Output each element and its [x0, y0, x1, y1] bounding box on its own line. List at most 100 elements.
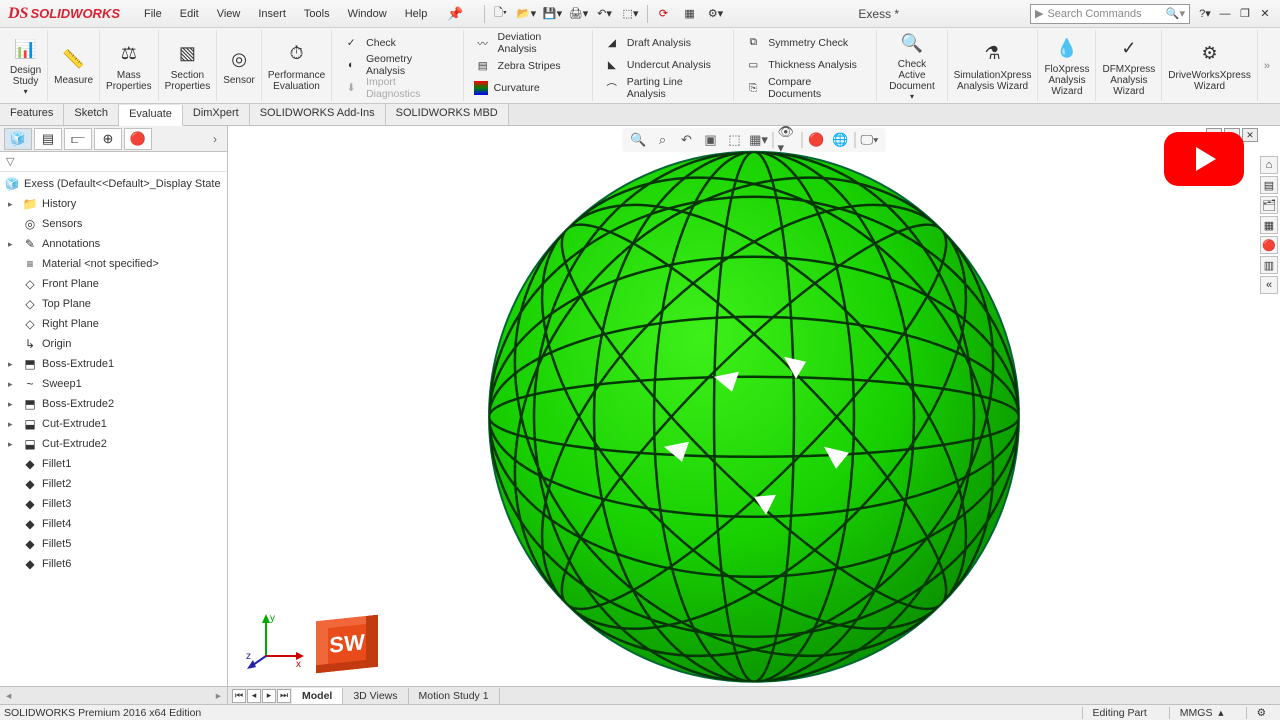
tree-filter[interactable]: ▽: [0, 152, 227, 172]
view-tab-motionstudy[interactable]: Motion Study 1: [409, 688, 500, 704]
pin-menu-icon[interactable]: 📌: [441, 6, 469, 22]
tree-item[interactable]: ◇Top Plane: [0, 294, 227, 314]
tab-addins[interactable]: SOLIDWORKS Add-Ins: [250, 104, 386, 125]
mass-properties-button[interactable]: ⚖Mass Properties: [100, 30, 159, 101]
tree-item[interactable]: ◎Sensors: [0, 214, 227, 234]
expand-icon[interactable]: ▸: [8, 439, 18, 450]
check-button[interactable]: ✓Check: [338, 32, 457, 53]
expand-icon[interactable]: ▸: [8, 399, 18, 410]
tab-nav-prev-icon[interactable]: ◂: [247, 689, 261, 703]
deviation-analysis-button[interactable]: 〰Deviation Analysis: [470, 32, 586, 54]
status-units[interactable]: MMGS ▴: [1169, 707, 1234, 719]
side-scroll-left-icon[interactable]: ◂: [6, 690, 11, 702]
youtube-overlay-icon[interactable]: [1164, 132, 1244, 186]
thickness-analysis-button[interactable]: ▭Thickness Analysis: [740, 55, 870, 77]
taskpane-custom-icon[interactable]: ▥: [1260, 256, 1278, 274]
tab-features[interactable]: Features: [0, 104, 64, 125]
configuration-manager-tab[interactable]: ⫍: [64, 128, 92, 150]
tree-item[interactable]: ◆Fillet5: [0, 534, 227, 554]
close-button[interactable]: ✕: [1256, 5, 1274, 23]
taskpane-library-icon[interactable]: ▤: [1260, 176, 1278, 194]
expand-icon[interactable]: ▸: [8, 379, 18, 390]
file-properties-button[interactable]: ▦: [678, 3, 702, 25]
restore-button[interactable]: ❐: [1236, 5, 1254, 23]
sensor-button[interactable]: ◎Sensor: [217, 30, 262, 101]
tree-item[interactable]: ≡Material <not specified>: [0, 254, 227, 274]
tab-sketch[interactable]: Sketch: [64, 104, 119, 125]
expand-icon[interactable]: ▸: [8, 199, 18, 210]
menu-tools[interactable]: Tools: [296, 4, 338, 24]
view-tab-model[interactable]: Model: [292, 688, 343, 704]
geometry-analysis-button[interactable]: ◐Geometry Analysis: [338, 54, 457, 76]
tree-item[interactable]: ▸⬓Cut-Extrude1: [0, 414, 227, 434]
taskpane-view-icon[interactable]: ▦: [1260, 216, 1278, 234]
minimize-button[interactable]: —: [1216, 5, 1234, 23]
tree-item[interactable]: ▸⬓Cut-Extrude2: [0, 434, 227, 454]
tree-root[interactable]: 🧊Exess (Default<<Default>_Display State: [0, 174, 227, 194]
tree-item[interactable]: ◆Fillet4: [0, 514, 227, 534]
select-button[interactable]: ⬚▾: [619, 3, 643, 25]
floxpress-button[interactable]: 💧FloXpress Analysis Wizard: [1038, 30, 1096, 101]
undo-button[interactable]: ↶▾: [593, 3, 617, 25]
side-scroll-right-icon[interactable]: ▸: [216, 690, 221, 702]
menu-file[interactable]: File: [136, 4, 170, 24]
dfmxpress-button[interactable]: ✓DFMXpress Analysis Wizard: [1096, 30, 1162, 101]
tree-item[interactable]: ▸⬒Boss-Extrude2: [0, 394, 227, 414]
new-button[interactable]: 🗋▾: [489, 3, 513, 25]
parting-line-analysis-button[interactable]: ⌒Parting Line Analysis: [599, 77, 727, 99]
design-study-button[interactable]: 📊Design Study▾: [4, 30, 48, 101]
menu-insert[interactable]: Insert: [250, 4, 294, 24]
taskpane-appearance-icon[interactable]: 🔴: [1260, 236, 1278, 254]
compare-documents-button[interactable]: ⎘Compare Documents: [740, 77, 870, 99]
view-tab-3dviews[interactable]: 3D Views: [343, 688, 408, 704]
rebuild-button[interactable]: ⟳: [652, 3, 676, 25]
tree-item[interactable]: ▸⬒Boss-Extrude1: [0, 354, 227, 374]
simulationxpress-button[interactable]: ⚗SimulationXpress Analysis Wizard: [948, 30, 1039, 101]
taskpane-collapse-icon[interactable]: «: [1260, 276, 1278, 294]
zebra-stripes-button[interactable]: ▤Zebra Stripes: [470, 55, 586, 77]
taskpane-explorer-icon[interactable]: 🗂: [1260, 196, 1278, 214]
display-manager-tab[interactable]: 🔴: [124, 128, 152, 150]
menu-help[interactable]: Help: [397, 4, 436, 24]
tab-nav-last-icon[interactable]: ⏭: [277, 689, 291, 703]
tree-item[interactable]: ◇Right Plane: [0, 314, 227, 334]
view-triad[interactable]: y x z: [246, 611, 306, 674]
symmetry-check-button[interactable]: ⧉Symmetry Check: [740, 32, 870, 54]
open-button[interactable]: 📂▾: [515, 3, 539, 25]
property-manager-tab[interactable]: ▤: [34, 128, 62, 150]
doc-close-icon[interactable]: ✕: [1242, 128, 1258, 142]
tab-mbd[interactable]: SOLIDWORKS MBD: [386, 104, 509, 125]
tab-nav-first-icon[interactable]: ⏮: [232, 689, 246, 703]
panel-expand-icon[interactable]: ›: [207, 132, 223, 146]
tree-item[interactable]: ▸✎Annotations: [0, 234, 227, 254]
options-button[interactable]: ⚙▾: [704, 3, 728, 25]
taskpane-home-icon[interactable]: ⌂: [1260, 156, 1278, 174]
curvature-button[interactable]: Curvature: [470, 78, 586, 100]
expand-icon[interactable]: ▸: [8, 419, 18, 430]
menu-view[interactable]: View: [209, 4, 249, 24]
driveworksxpress-button[interactable]: ⚙DriveWorksXpress Wizard: [1162, 30, 1258, 101]
section-properties-button[interactable]: ▧Section Properties: [159, 30, 218, 101]
tab-dimxpert[interactable]: DimXpert: [183, 104, 250, 125]
tree-item[interactable]: ◆Fillet6: [0, 554, 227, 574]
expand-icon[interactable]: ▸: [8, 239, 18, 250]
performance-evaluation-button[interactable]: ⏱Performance Evaluation: [262, 30, 332, 101]
tree-item[interactable]: ◇Front Plane: [0, 274, 227, 294]
tab-nav-next-icon[interactable]: ▸: [262, 689, 276, 703]
search-commands-input[interactable]: ▶ Search Commands 🔍▾: [1030, 4, 1190, 24]
menu-edit[interactable]: Edit: [172, 4, 207, 24]
menu-window[interactable]: Window: [340, 4, 395, 24]
tree-item[interactable]: ▸~Sweep1: [0, 374, 227, 394]
ribbon-overflow-icon[interactable]: »: [1258, 30, 1276, 101]
help-button[interactable]: ?▾: [1196, 5, 1214, 23]
tree-item[interactable]: ◆Fillet2: [0, 474, 227, 494]
save-button[interactable]: 💾▾: [541, 3, 565, 25]
undercut-analysis-button[interactable]: ◣Undercut Analysis: [599, 55, 727, 77]
tab-evaluate[interactable]: Evaluate: [119, 105, 183, 126]
measure-button[interactable]: 📏Measure: [48, 30, 100, 101]
status-custom-icon[interactable]: ⚙: [1246, 707, 1276, 719]
feature-manager-tab[interactable]: 🧊: [4, 128, 32, 150]
print-button[interactable]: 🖨▾: [567, 3, 591, 25]
tree-item[interactable]: ◆Fillet1: [0, 454, 227, 474]
tree-item[interactable]: ◆Fillet3: [0, 494, 227, 514]
